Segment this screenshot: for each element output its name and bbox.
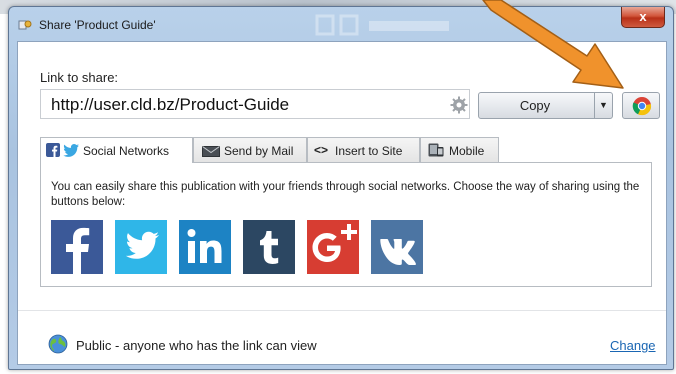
tab-insert-to-site[interactable]: <> Insert to Site — [307, 137, 420, 162]
close-button[interactable]: x — [621, 7, 665, 28]
social-networks-panel: You can easily share this publication wi… — [40, 162, 652, 287]
tab-send-by-mail-label: Send by Mail — [224, 144, 294, 158]
window-title: Share 'Product Guide' — [39, 18, 156, 32]
change-visibility-link[interactable]: Change — [610, 338, 656, 353]
twitter-icon — [115, 220, 167, 274]
globe-icon — [48, 334, 68, 354]
linkedin-share-button[interactable] — [179, 220, 231, 274]
twitter-small-icon — [63, 144, 79, 157]
tab-mobile[interactable]: Mobile — [420, 137, 499, 162]
google-plus-icon — [307, 220, 359, 274]
mobile-devices-icon — [428, 143, 444, 157]
chrome-browser-button[interactable] — [622, 92, 660, 119]
twitter-share-button[interactable] — [115, 220, 167, 274]
share-url-text[interactable]: http://user.cld.bz/Product-Guide — [51, 95, 289, 115]
social-description: You can easily share this publication wi… — [51, 181, 640, 208]
copy-button[interactable]: Copy ▼ — [478, 92, 613, 119]
footer-divider — [18, 310, 666, 311]
share-dialog: Share 'Product Guide' x Link to share: h… — [8, 6, 674, 370]
chrome-icon — [632, 97, 652, 116]
vk-share-button[interactable] — [371, 220, 423, 274]
link-to-share-label: Link to share: — [40, 70, 119, 85]
tab-mobile-label: Mobile — [449, 144, 485, 158]
tumblr-share-button[interactable] — [243, 220, 295, 274]
gear-icon[interactable] — [450, 96, 468, 114]
dialog-content: Link to share: http://user.cld.bz/Produc… — [17, 41, 667, 365]
tab-insert-to-site-label: Insert to Site — [335, 144, 403, 158]
tab-social-networks[interactable]: Social Networks — [40, 137, 193, 163]
facebook-icon — [51, 220, 103, 274]
code-brackets-icon: <> — [314, 143, 329, 157]
share-url-field[interactable]: http://user.cld.bz/Product-Guide — [40, 89, 470, 119]
watermark-logo-icon — [315, 14, 449, 36]
facebook-small-icon — [46, 143, 60, 157]
tumblr-icon — [243, 220, 295, 274]
envelope-icon — [202, 146, 220, 157]
share-app-icon — [18, 20, 32, 30]
copy-button-label: Copy — [519, 98, 551, 113]
tab-send-by-mail[interactable]: Send by Mail — [193, 137, 307, 162]
copy-dropdown-toggle[interactable]: ▼ — [594, 93, 612, 118]
tab-social-networks-label: Social Networks — [83, 144, 170, 158]
facebook-share-button[interactable] — [51, 220, 103, 274]
visibility-status: Public - anyone who has the link can vie… — [76, 338, 317, 353]
linkedin-icon — [179, 220, 231, 274]
vk-icon — [371, 220, 423, 274]
chevron-down-icon: ▼ — [599, 100, 608, 110]
title-bar[interactable]: Share 'Product Guide' x — [9, 7, 673, 41]
google-plus-share-button[interactable] — [307, 220, 359, 274]
